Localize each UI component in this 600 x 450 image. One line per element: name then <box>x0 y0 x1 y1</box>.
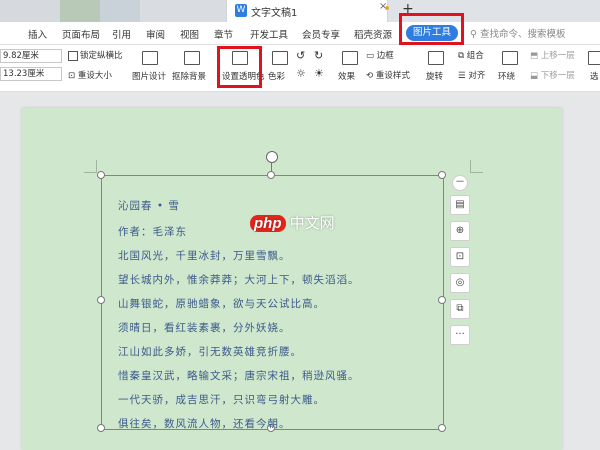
contrast-icon[interactable]: ☀ <box>314 67 324 80</box>
reset-size-button[interactable]: ⊡ 重设大小 <box>68 69 112 81</box>
poem-line: 江山如此多娇，引无数英雄竞折腰。 <box>118 346 302 358</box>
poem-line: 一代天骄，成吉思汗，只识弯弓射大雕。 <box>118 394 325 406</box>
poem-line: 俱往矣，数风流人物，还看今朝。 <box>118 418 291 430</box>
site-watermark: php 中文网 <box>250 212 335 233</box>
tab-view[interactable]: 视图 <box>180 27 199 41</box>
tab-chapter[interactable]: 章节 <box>214 27 233 41</box>
unsaved-dot-icon <box>385 6 389 10</box>
align-button[interactable]: ☰ 对齐 <box>458 69 485 81</box>
tab-member[interactable]: 会员专享 <box>302 27 340 41</box>
rotate-left-icon[interactable]: ↺ <box>296 49 305 62</box>
lock-ratio-checkbox[interactable] <box>68 51 78 61</box>
effect-icon <box>342 51 358 65</box>
title-strip-segment <box>60 0 100 22</box>
remove-background-button[interactable]: 抠除背景 <box>172 70 206 82</box>
tab-developer[interactable]: 开发工具 <box>250 27 288 41</box>
collapse-icon[interactable]: － <box>452 175 468 191</box>
highlight-set-transparent <box>217 46 262 88</box>
resize-handle-e[interactable] <box>438 296 446 304</box>
tab-references[interactable]: 引用 <box>112 27 131 41</box>
send-backward-button[interactable]: ⬓ 下移一层 <box>530 69 575 81</box>
picture-design-button[interactable]: 图片设计 <box>132 70 166 82</box>
bring-forward-label: 上移一层 <box>540 51 575 61</box>
border-button[interactable]: ▭ 边框 <box>366 49 394 61</box>
effect-button[interactable]: 效果 <box>338 70 355 82</box>
poem-line: 惜秦皇汉武，略输文采；唐宗宋祖，稍逊风骚。 <box>118 370 360 382</box>
writer-doc-icon: W <box>235 4 247 17</box>
resize-handle-ne[interactable] <box>438 171 446 179</box>
poem-line: 北国风光，千里冰封，万里雪飘。 <box>118 250 291 262</box>
lock-ratio-label: 锁定纵横比 <box>80 51 123 61</box>
wrap-button[interactable]: 环绕 <box>498 70 515 82</box>
tab-docer[interactable]: 稻壳资源 <box>354 27 392 41</box>
resize-handle-w[interactable] <box>97 296 105 304</box>
poem-line: 须晴日，看红装素裹，分外妖娆。 <box>118 322 291 334</box>
reset-size-icon: ⊡ <box>68 71 76 81</box>
send-backward-icon: ⬓ <box>530 71 539 81</box>
reset-style-icon: ⟲ <box>366 71 374 81</box>
select-icon <box>588 51 600 65</box>
send-backward-label: 下移一层 <box>540 71 575 81</box>
document-title: 文字文稿1 <box>251 8 298 19</box>
document-tab[interactable]: W 文字文稿1 × <box>226 0 388 22</box>
copy-image-icon[interactable]: ⧉ <box>450 299 470 319</box>
reset-style-label: 重设样式 <box>375 71 410 81</box>
tab-review[interactable]: 审阅 <box>146 27 165 41</box>
layout-options-icon[interactable]: ▤ <box>450 195 470 215</box>
resize-handle-se[interactable] <box>438 424 446 432</box>
page-corner-mark <box>470 160 483 173</box>
crop-icon[interactable]: ⊡ <box>450 247 470 267</box>
title-strip-segment <box>140 0 226 22</box>
zoom-in-icon[interactable]: ⊕ <box>450 221 470 241</box>
poem-line: 望长城内外，惟余莽莽；大河上下，顿失滔滔。 <box>118 274 360 286</box>
border-label: 边框 <box>376 51 394 61</box>
menu-bar: 插入 页面布局 引用 审阅 视图 章节 开发工具 会员专享 稻壳资源 图片工具 … <box>0 22 600 45</box>
group-button[interactable]: ⧉ 组合 <box>458 49 484 61</box>
poem-line: 山舞银蛇，原驰蜡象，欲与天公试比高。 <box>118 298 325 310</box>
tab-page-layout[interactable]: 页面布局 <box>62 27 100 41</box>
reset-size-label: 重设大小 <box>77 71 112 81</box>
wrap-icon <box>502 51 518 65</box>
bring-forward-button[interactable]: ⬒ 上移一层 <box>530 49 575 61</box>
color-button[interactable]: 色彩 <box>268 70 285 82</box>
rotate-right-icon[interactable]: ↻ <box>314 49 323 62</box>
resize-handle-sw[interactable] <box>97 424 105 432</box>
poem-author: 作者：毛泽东 <box>118 226 187 238</box>
align-icon: ☰ <box>458 71 466 81</box>
rotate-handle[interactable] <box>266 151 278 163</box>
select-button[interactable]: 选 <box>590 70 599 82</box>
page-corner-mark <box>84 160 97 173</box>
brightness-icon[interactable]: ☼ <box>296 67 306 80</box>
rotate-icon <box>428 51 444 65</box>
resize-handle-nw[interactable] <box>97 171 105 179</box>
group-label: 组合 <box>466 51 484 61</box>
command-search[interactable]: ⚲ 查找命令、搜索模板 <box>470 26 566 40</box>
watermark-text: 中文网 <box>289 215 335 232</box>
title-strip-segment <box>100 0 140 22</box>
width-input[interactable]: 13.23厘米 <box>0 67 62 81</box>
group-icon: ⧉ <box>458 51 465 61</box>
ocr-icon[interactable]: ◎ <box>450 273 470 293</box>
border-icon: ▭ <box>366 51 375 61</box>
color-icon <box>272 51 288 65</box>
poem-title: 沁园春 • 雪 <box>118 200 180 212</box>
search-icon: ⚲ <box>470 29 477 40</box>
remove-background-icon <box>184 51 200 65</box>
watermark-logo: php <box>250 215 286 232</box>
highlight-picture-tools <box>399 13 464 45</box>
align-label: 对齐 <box>468 71 486 81</box>
rotate-button[interactable]: 旋转 <box>426 70 443 82</box>
title-bar: W 文字文稿1 × + <box>0 0 600 22</box>
reset-style-button[interactable]: ⟲ 重设样式 <box>366 69 410 81</box>
title-strip-segment <box>0 0 60 22</box>
resize-handle-n[interactable] <box>267 171 275 179</box>
picture-ribbon: 9.82厘米 13.23厘米 锁定纵横比 ⊡ 重设大小 图片设计 抠除背景 设置… <box>0 45 600 92</box>
bring-forward-icon: ⬒ <box>530 51 539 61</box>
picture-design-icon <box>142 51 158 65</box>
search-placeholder: 查找命令、搜索模板 <box>480 29 566 40</box>
tab-insert[interactable]: 插入 <box>28 27 47 41</box>
height-input[interactable]: 9.82厘米 <box>0 49 62 63</box>
more-icon[interactable]: ··· <box>450 325 470 345</box>
